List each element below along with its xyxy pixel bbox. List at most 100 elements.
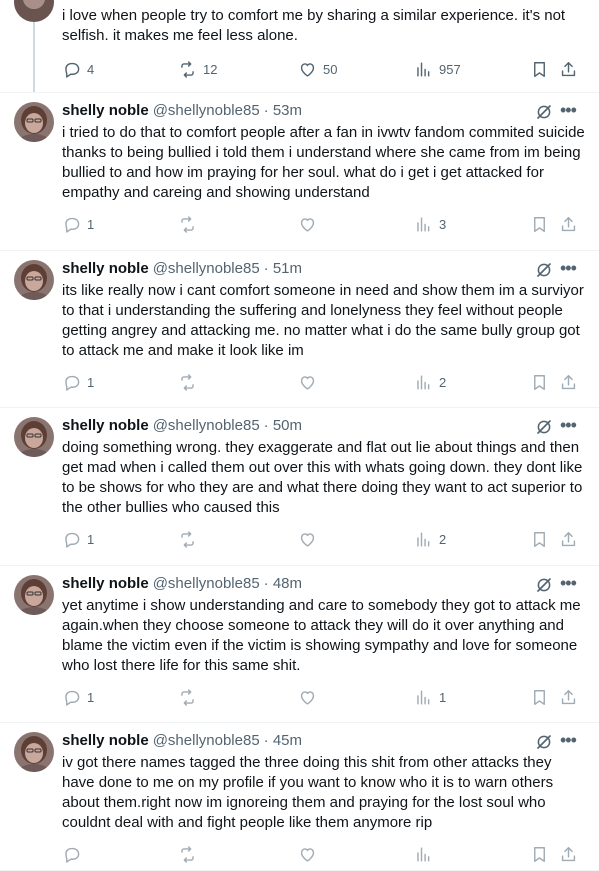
like-button[interactable]: 50 <box>298 60 337 79</box>
handle[interactable]: @shellynoble85 <box>153 575 260 592</box>
timestamp[interactable]: · 48m <box>264 575 302 592</box>
views-count: 1 <box>439 690 447 705</box>
reply-button[interactable]: 1 <box>62 373 94 392</box>
more-icon[interactable]: ••• <box>560 101 577 119</box>
display-name[interactable]: shelly noble <box>62 102 149 119</box>
tweet-text: doing something wrong. they exaggerate a… <box>62 439 583 516</box>
timestamp[interactable]: · 45m <box>264 732 302 749</box>
reply-tweet[interactable]: shelly noble @shellynoble85 · 48m ••• yet … <box>0 565 599 723</box>
reply-tweet[interactable]: shelly noble @shellynoble85 · 50m ••• doin… <box>0 407 599 566</box>
tweet-header: shelly noble @shellynoble85 · 51m <box>62 259 302 279</box>
repost-button[interactable] <box>178 530 197 549</box>
handle[interactable]: @shellynoble85 <box>153 732 260 749</box>
more-icon[interactable]: ••• <box>560 416 577 434</box>
reply-button[interactable]: 1 <box>62 215 94 234</box>
action-bar <box>62 845 582 865</box>
bookmark-icon <box>534 847 545 862</box>
share-icon <box>561 532 576 547</box>
more-icon[interactable]: ••• <box>560 259 577 277</box>
display-name[interactable]: shelly noble <box>62 575 149 592</box>
avatar[interactable] <box>14 260 54 300</box>
reply-tweet[interactable]: shelly noble @shellynoble85 · 45m ••• iv g… <box>0 722 599 871</box>
display-name[interactable]: shelly noble <box>62 260 149 277</box>
like-button[interactable] <box>298 688 317 707</box>
timestamp[interactable]: · 51m <box>264 260 302 277</box>
like-button[interactable] <box>298 215 317 234</box>
handle[interactable]: @shellynoble85 <box>153 417 260 434</box>
repost-button[interactable] <box>178 845 197 864</box>
repost-button[interactable] <box>178 688 197 707</box>
tweet-text: its like really now i cant comfort someo… <box>62 282 584 359</box>
avatar-photo <box>14 102 54 142</box>
views-button[interactable]: 2 <box>414 530 446 549</box>
views-count: 957 <box>439 62 461 77</box>
display-name[interactable]: shelly noble <box>62 732 149 749</box>
heart-icon <box>300 848 315 862</box>
reply-button[interactable] <box>62 845 87 864</box>
like-button[interactable] <box>298 845 317 864</box>
share-icon <box>561 847 576 862</box>
share-icon <box>561 217 576 232</box>
more-icon[interactable]: ••• <box>560 574 577 592</box>
timestamp[interactable]: · 53m <box>264 102 302 119</box>
action-bar: 1 2 <box>62 530 582 550</box>
grok-icon[interactable] <box>535 261 553 279</box>
share-icon <box>561 62 576 77</box>
repost-button[interactable] <box>178 215 197 234</box>
views-button[interactable]: 3 <box>414 215 446 234</box>
repost-button[interactable] <box>178 373 197 392</box>
grok-icon[interactable] <box>535 418 553 436</box>
display-name[interactable]: shelly noble <box>62 417 149 434</box>
share-button[interactable] <box>559 215 578 234</box>
like-button[interactable] <box>298 530 317 549</box>
reply-button[interactable]: 4 <box>62 60 94 79</box>
views-button[interactable]: 2 <box>414 373 446 392</box>
share-button[interactable] <box>559 530 578 549</box>
grok-icon[interactable] <box>535 733 553 751</box>
reply-button[interactable]: 1 <box>62 530 94 549</box>
reply-icon <box>65 847 80 863</box>
reply-icon <box>65 690 80 706</box>
tweet-text: i tried to do that to comfort people aft… <box>62 124 585 201</box>
action-bar: 1 2 <box>62 373 582 393</box>
reply-button[interactable]: 1 <box>62 688 94 707</box>
more-icon[interactable]: ••• <box>560 731 577 749</box>
reply-count: 4 <box>87 62 95 77</box>
views-button[interactable] <box>414 845 439 864</box>
bookmark-button[interactable] <box>530 215 549 234</box>
avatar[interactable] <box>14 417 54 457</box>
reply-icon <box>65 62 80 78</box>
bookmark-icon <box>534 532 545 547</box>
avatar[interactable] <box>14 102 54 142</box>
views-count: 2 <box>439 375 447 390</box>
bookmark-icon <box>534 217 545 232</box>
grok-icon[interactable] <box>535 576 553 594</box>
bookmark-button[interactable] <box>530 688 549 707</box>
share-button[interactable] <box>559 60 578 79</box>
previous-tweet[interactable]: i love when people try to comfort me by … <box>0 0 599 93</box>
reply-tweet[interactable]: shelly noble @shellynoble85 · 53m ••• i tr… <box>0 92 599 251</box>
avatar[interactable] <box>14 0 54 22</box>
bookmark-button[interactable] <box>530 530 549 549</box>
bookmark-button[interactable] <box>530 60 549 79</box>
heart-icon <box>300 691 315 705</box>
views-icon <box>417 690 430 705</box>
share-button[interactable] <box>559 373 578 392</box>
avatar[interactable] <box>14 575 54 615</box>
share-button[interactable] <box>559 688 578 707</box>
like-button[interactable] <box>298 373 317 392</box>
reply-icon <box>65 217 80 233</box>
views-button[interactable]: 957 <box>414 60 461 79</box>
views-button[interactable]: 1 <box>414 688 446 707</box>
views-icon <box>417 217 430 232</box>
bookmark-button[interactable] <box>530 845 549 864</box>
repost-button[interactable]: 12 <box>178 60 217 79</box>
handle[interactable]: @shellynoble85 <box>153 102 260 119</box>
bookmark-button[interactable] <box>530 373 549 392</box>
handle[interactable]: @shellynoble85 <box>153 260 260 277</box>
reply-tweet[interactable]: shelly noble @shellynoble85 · 51m ••• its … <box>0 250 599 408</box>
avatar[interactable] <box>14 732 54 772</box>
grok-icon[interactable] <box>535 103 553 121</box>
share-button[interactable] <box>559 845 578 864</box>
timestamp[interactable]: · 50m <box>264 417 302 434</box>
